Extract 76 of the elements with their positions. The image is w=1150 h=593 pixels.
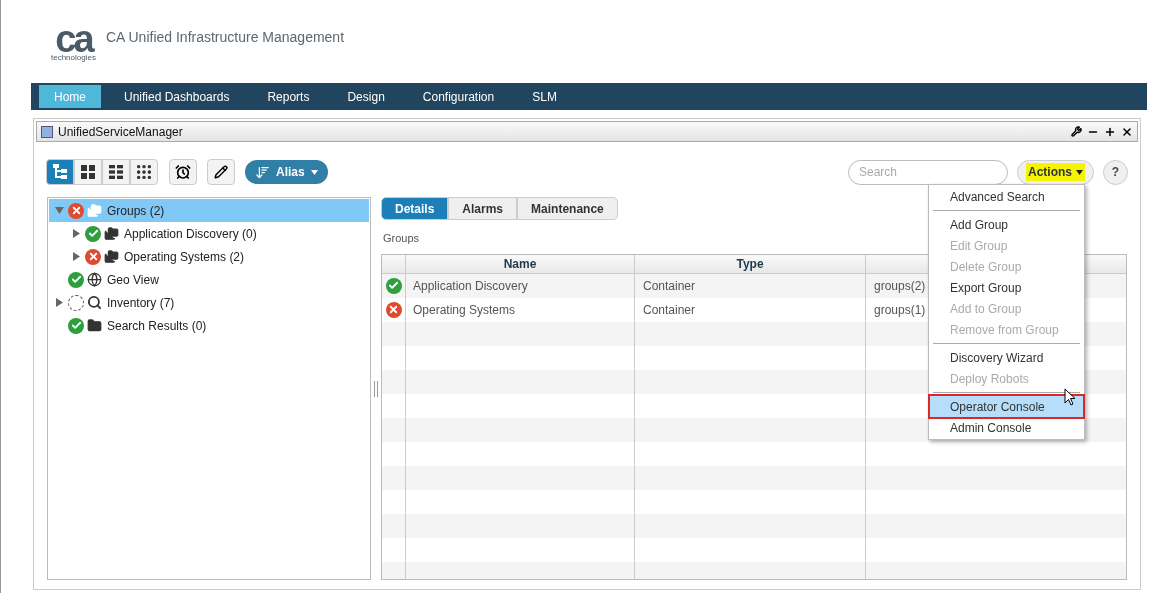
grid-view-icon	[108, 164, 124, 180]
nav-tab[interactable]: Configuration	[407, 85, 510, 108]
menu-item[interactable]: Add Group	[930, 214, 1083, 235]
expander-icon[interactable]	[70, 229, 82, 238]
table-cell-text: Operating Systems	[413, 301, 516, 319]
close-icon[interactable]	[1121, 125, 1133, 138]
tab[interactable]: Details	[381, 197, 449, 220]
tree-item[interactable]: Operating Systems (2)	[49, 245, 369, 268]
splitter-handle[interactable]	[374, 380, 378, 397]
table-cell-text: groups(1)	[874, 301, 926, 319]
ok-status-icon	[385, 277, 402, 294]
expander-icon[interactable]	[70, 252, 82, 261]
pencil-icon	[214, 165, 228, 179]
menu-item[interactable]: Advanced Search	[930, 186, 1083, 207]
menu-item[interactable]: Export Group	[930, 277, 1083, 298]
sort-icon	[255, 164, 270, 180]
table-cell-text: groups(2)	[874, 277, 926, 295]
tree-item[interactable]: Inventory (7)	[49, 291, 369, 314]
window-icon	[41, 125, 53, 138]
logo-mark: ca	[55, 23, 92, 54]
nav-tab[interactable]: Unified Dashboards	[109, 85, 245, 108]
ok-status-icon	[68, 317, 84, 334]
column-header[interactable]: Name	[406, 254, 635, 273]
view-toggle[interactable]	[130, 159, 158, 185]
folder-icon	[87, 318, 102, 333]
portlet-title: UnifiedServiceManager	[58, 123, 183, 141]
view-toggle[interactable]	[46, 159, 74, 185]
ok-status-icon	[85, 225, 101, 242]
view-toggle[interactable]	[102, 159, 130, 185]
maximize-icon[interactable]	[1104, 125, 1116, 138]
tab[interactable]: Alarms	[448, 197, 518, 220]
ok-status-icon	[68, 271, 84, 288]
logo-subtitle: technologies	[51, 53, 96, 62]
tree-item[interactable]: Search Results (0)	[49, 314, 369, 337]
grid-view-icon	[136, 164, 152, 180]
caret-icon	[310, 169, 318, 175]
expander-icon[interactable]	[53, 298, 65, 307]
empty-status-icon	[68, 294, 84, 311]
table-cell-text: Container	[643, 277, 696, 295]
folders-icon	[104, 226, 119, 241]
search-icon	[87, 295, 102, 310]
globe-icon	[87, 272, 102, 287]
error-status-icon	[85, 248, 101, 265]
error-status-icon	[68, 202, 84, 219]
actions-button[interactable]: Actions	[1017, 159, 1094, 185]
alarm-clock-icon	[175, 164, 191, 180]
view-toggle[interactable]	[74, 159, 102, 185]
tree-view-icon	[52, 164, 68, 180]
table-cell-text: Container	[643, 301, 696, 319]
folders-icon	[104, 249, 119, 264]
help-button[interactable]: ?	[1103, 159, 1128, 185]
error-status-icon	[385, 301, 402, 318]
menu-item[interactable]: Admin Console	[930, 417, 1083, 438]
table-cell-text: Application Discovery	[413, 277, 528, 295]
expander-icon[interactable]	[53, 206, 65, 215]
column-header[interactable]: Type	[635, 254, 866, 273]
tab[interactable]: Maintenance	[517, 197, 618, 220]
menu-item[interactable]: Discovery Wizard	[930, 347, 1083, 368]
caret-icon	[1076, 169, 1083, 175]
menu-item[interactable]: Operator Console	[930, 396, 1083, 417]
nav-tab[interactable]: SLM	[517, 85, 572, 108]
alarm-button[interactable]	[169, 159, 197, 185]
tree-item[interactable]: Application Discovery (0)	[49, 222, 369, 245]
cursor-icon	[1064, 388, 1076, 406]
app-title: CA Unified Infrastructure Management	[105, 28, 345, 47]
section-caption: Groups	[383, 231, 420, 246]
settings-icon[interactable]	[1071, 126, 1082, 137]
tree-item[interactable]: Groups (2)	[49, 199, 369, 222]
tree-item[interactable]: Geo View	[49, 268, 369, 291]
sort-button[interactable]: Alias	[245, 160, 328, 184]
search-field[interactable]: Search	[848, 159, 1008, 185]
nav-tab[interactable]: Reports	[252, 85, 325, 108]
nav-tab[interactable]: Design	[332, 85, 400, 108]
folders-icon	[87, 203, 102, 218]
edit-button[interactable]	[207, 159, 235, 185]
grid-view-icon	[80, 164, 96, 180]
